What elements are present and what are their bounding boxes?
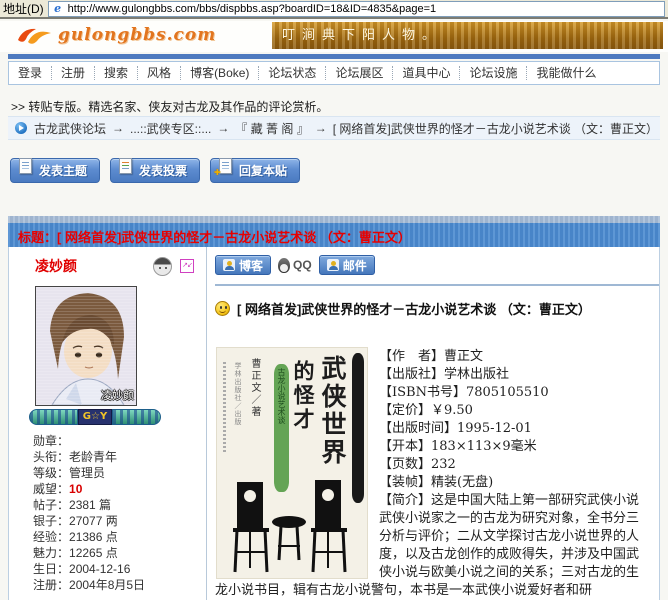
site-banner[interactable]: gulongbbs.com 叮涧典下阳人物。 [0, 21, 668, 52]
author-panel: 凌妙颜 ↗↙ 凌妙颜 [9, 247, 207, 600]
stat-row-title: 头衔：老龄青年 [33, 449, 206, 465]
avatar: 凌妙颜 [35, 286, 137, 406]
contact-toolbar: 博客 QQ 邮件 [215, 255, 659, 275]
nav-item-login[interactable]: 登录 [9, 66, 52, 80]
nav-item-facilities[interactable]: 论坛设施 [460, 66, 527, 80]
cover-publisher: 学林出版社／出版 [233, 362, 243, 426]
username-link[interactable]: 凌妙颜 [35, 256, 77, 276]
post-title: [ 网络首发]武侠世界的怪才－古龙小说艺术谈 （文：曹正文） [237, 299, 591, 318]
nav-item-forum-status[interactable]: 论坛状态 [259, 66, 326, 80]
board-notice: >> 转贴专版。精选名家、侠友对古龙及其作品的评论赏析。 [11, 98, 660, 115]
action-buttons: 发表主题 发表投票 回复本贴 [10, 158, 300, 183]
stat-row-charm: 魅力：12265 点 [33, 545, 206, 561]
stat-row-posts: 帖子：2381 篇 [33, 497, 206, 513]
book-cover-image: 武侠世界 的怪才 古龙小说艺术谈 曹正文／著 学林出版社／出版 [217, 348, 367, 578]
person-icon [327, 259, 339, 271]
qq-label: QQ [293, 258, 312, 272]
post-content: 博客 QQ 邮件 [ 网络首发]武侠世界的怪才－古龙小说艺术谈 （文：曹正文） [207, 247, 659, 600]
blog-button[interactable]: 博客 [215, 255, 271, 275]
ie-page-icon: e [52, 3, 64, 15]
stat-row-experience: 经验：21386 点 [33, 529, 206, 545]
breadcrumb-separator: → [112, 121, 124, 135]
post-body: 武侠世界 的怪才 古龙小说艺术谈 曹正文／著 学林出版社／出版 [215, 348, 659, 600]
book-info-line: 龙小说书目，辑有古龙小说警句，本书是一本武侠小说爱好者和研 [215, 582, 659, 600]
browser-window: 地址(D) e http://www.gulongbbs.com/bbs/dis… [0, 0, 668, 600]
author-header: 凌妙颜 ↗↙ [19, 255, 206, 277]
address-bar: 地址(D) e http://www.gulongbbs.com/bbs/dis… [0, 0, 668, 19]
nav-item-blog[interactable]: 博客(Boke) [181, 66, 259, 80]
medal-text: G☆Y [78, 409, 112, 425]
site-logo-text: gulongbbs.com [58, 25, 216, 45]
new-poll-icon [119, 158, 132, 174]
online-status-icon [153, 257, 172, 276]
nav-bar: 登录 注册 搜索 风格 博客(Boke) 论坛状态 论坛展区 道具中心 论坛设施… [8, 61, 660, 85]
breadcrumb-board[interactable]: 『 藏 菁 阁 』 [235, 120, 308, 137]
flame-logo-icon [16, 25, 54, 48]
medal-badge: G☆Y [29, 409, 161, 425]
nav-item-style[interactable]: 风格 [138, 66, 181, 80]
reply-icon [219, 158, 232, 174]
reply-button[interactable]: 回复本贴 [210, 158, 300, 183]
mail-button-label: 邮件 [343, 257, 367, 274]
post-poll-label: 发表投票 [139, 162, 187, 179]
cover-author: 曹正文／著 [247, 358, 262, 418]
expand-profile-icon[interactable]: ↗↙ [180, 259, 194, 273]
blog-button-label: 博客 [239, 257, 263, 274]
cover-fine-print [223, 362, 226, 454]
cover-chairs-illustration [223, 480, 355, 576]
stat-row-medal: 勋章： [33, 433, 206, 449]
cover-title-left: 的怪才 [288, 360, 318, 432]
breadcrumb: 古龙武侠论坛 → ...::武侠专区::... → 『 藏 菁 阁 』 → [ … [8, 116, 660, 140]
medal-wing [112, 409, 161, 425]
breadcrumb-separator: → [217, 121, 229, 135]
stat-row-rank: 等级：管理员 [33, 465, 206, 481]
avatar-caption: 凌妙颜 [101, 387, 134, 403]
post-topic-label: 发表主题 [39, 162, 87, 179]
post-poll-button[interactable]: 发表投票 [110, 158, 200, 183]
breadcrumb-separator: → [315, 121, 327, 135]
medal-wing [29, 409, 78, 425]
breadcrumb-section[interactable]: ...::武侠专区::... [130, 120, 211, 137]
stat-row-birthday: 生日：2004-12-16 [33, 561, 206, 577]
topic-title-bar: 标题：[ 网络首发]武侠世界的怪才－古龙小说艺术谈 （文：曹正文） [8, 216, 660, 247]
header-divider-bar [8, 54, 660, 59]
post-title-row: [ 网络首发]武侠世界的怪才－古龙小说艺术谈 （文：曹正文） [215, 299, 659, 318]
new-topic-icon [19, 158, 32, 174]
stat-row-registered: 注册：2004年8月5日 [33, 577, 206, 593]
nav-item-search[interactable]: 搜索 [95, 66, 138, 80]
smiley-icon [215, 301, 230, 316]
banner-calligraphy-text: 叮涧典下阳人物。 [282, 28, 442, 43]
address-input[interactable]: e http://www.gulongbbs.com/bbs/dispbbs.a… [48, 1, 665, 17]
address-url: http://www.gulongbbs.com/bbs/dispbbs.asp… [68, 3, 436, 15]
breadcrumb-forum-home[interactable]: 古龙武侠论坛 [34, 120, 106, 137]
toolbar-divider [215, 284, 659, 286]
post-table: 凌妙颜 ↗↙ 凌妙颜 [8, 247, 660, 600]
nav-item-props-center[interactable]: 道具中心 [393, 66, 460, 80]
qq-penguin-icon [278, 258, 290, 273]
qq-contact[interactable]: QQ [278, 258, 312, 273]
nav-item-showroom[interactable]: 论坛展区 [326, 66, 393, 80]
cover-title-right: 武侠世界 [314, 355, 350, 467]
author-stats: 勋章： 头衔：老龄青年 等级：管理员 威望：10 帖子：2381 篇 银子：27… [33, 433, 206, 593]
banner-calligraphy: 叮涧典下阳人物。 [272, 22, 663, 49]
reply-label: 回复本贴 [239, 162, 287, 179]
post-topic-button[interactable]: 发表主题 [10, 158, 100, 183]
mail-button[interactable]: 邮件 [319, 255, 375, 275]
cover-subtitle: 古龙小说艺术谈 [274, 364, 289, 492]
address-label: 地址(D) [3, 0, 44, 17]
stat-row-silver: 银子：27077 两 [33, 513, 206, 529]
nav-item-register[interactable]: 注册 [52, 66, 95, 80]
topic-title-text: 标题：[ 网络首发]武侠世界的怪才－古龙小说艺术谈 （文：曹正文） [8, 216, 660, 246]
breadcrumb-current-topic: [ 网络首发]武侠世界的怪才－古龙小说艺术谈 （文：曹正文） [333, 120, 658, 137]
stat-row-prestige: 威望：10 [33, 481, 206, 497]
bullet-icon [15, 122, 27, 134]
person-icon [223, 259, 235, 271]
nav-item-what-can-i-do[interactable]: 我能做什么 [527, 66, 605, 80]
